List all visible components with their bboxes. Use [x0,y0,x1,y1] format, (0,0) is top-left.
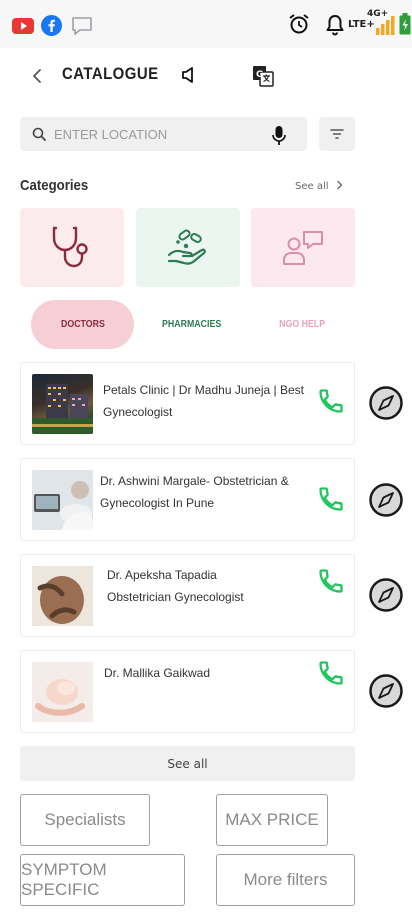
list-item[interactable]: Dr. Mallika Gaikwad [20,650,355,733]
doctor-photo [32,662,93,722]
person-chat-icon [283,231,323,265]
phone-icon[interactable] [317,387,345,415]
phone-icon[interactable] [317,567,345,595]
filter-icon [330,129,344,139]
network-type: LTE+ [348,19,375,30]
stethoscope-icon [52,226,88,268]
phone-icon[interactable] [317,485,345,513]
list-item[interactable]: Dr. Ashwini Margale- Obstetrician & Gynec… [20,458,355,541]
symptom-specific-filter-button[interactable]: SYMPTOM SPECIFIC [20,854,185,906]
speaker-icon[interactable] [182,66,196,84]
status-bar: 4G+ LTE+ [0,0,412,48]
doctor-photo [32,566,93,626]
alarm-icon [289,14,309,34]
category-card-ngo-help[interactable] [251,208,355,287]
compass-icon[interactable] [369,386,403,420]
doctor-photo [32,470,93,530]
see-all-button[interactable]: See all [20,746,355,781]
category-card-doctors[interactable] [20,208,124,287]
battery-icon [399,13,411,35]
location-input[interactable] [54,123,264,145]
more-filters-button[interactable]: More filters [216,854,355,906]
phone-icon[interactable] [317,659,345,687]
specialists-filter-button[interactable]: Specialists [20,794,150,846]
facebook-icon[interactable] [41,15,62,36]
page-title: CATALOGUE [62,64,159,83]
location-search [20,117,307,151]
bell-icon [326,15,344,36]
microphone-icon[interactable] [272,126,286,146]
max-price-filter-button[interactable]: MAX PRICE [216,794,328,846]
tab-doctors[interactable]: DOCTORS [31,300,134,349]
translate-icon[interactable]: G [252,65,274,87]
signal-icon [376,16,395,35]
search-icon [32,127,46,141]
tab-pharmacies[interactable]: PHARMACIES [140,300,244,349]
tab-ngo-help[interactable]: NGO HELP [250,300,354,349]
youtube-icon[interactable] [12,18,34,34]
chevron-right-icon [336,180,343,190]
list-item[interactable]: Dr. Apeksha Tapadia Obstetrician Gynecolo… [20,554,355,637]
categories-see-all-link[interactable]: See all [295,180,343,192]
list-item[interactable]: Petals Clinic | Dr Madhu Juneja | Best Gy… [20,362,355,445]
compass-icon[interactable] [369,483,403,517]
result-name: Petals Clinic | Dr Madhu Juneja | Best Gy… [103,383,304,419]
message-icon[interactable] [71,16,93,36]
filter-button[interactable] [319,117,355,151]
compass-icon[interactable] [369,674,403,708]
result-name: Dr. Apeksha Tapadia Obstetrician Gynecolo… [107,568,244,604]
svg-text:G: G [256,70,263,80]
compass-icon[interactable] [369,578,403,612]
category-card-pharmacies[interactable] [136,208,240,287]
clinic-photo [32,374,93,434]
categories-heading: Categories [20,177,89,194]
back-arrow-icon[interactable] [28,64,48,88]
hand-pills-icon [167,229,206,265]
result-name: Dr. Mallika Gaikwad [104,666,211,680]
result-name: Dr. Ashwini Margale- Obstetrician & Gynec… [100,474,289,510]
